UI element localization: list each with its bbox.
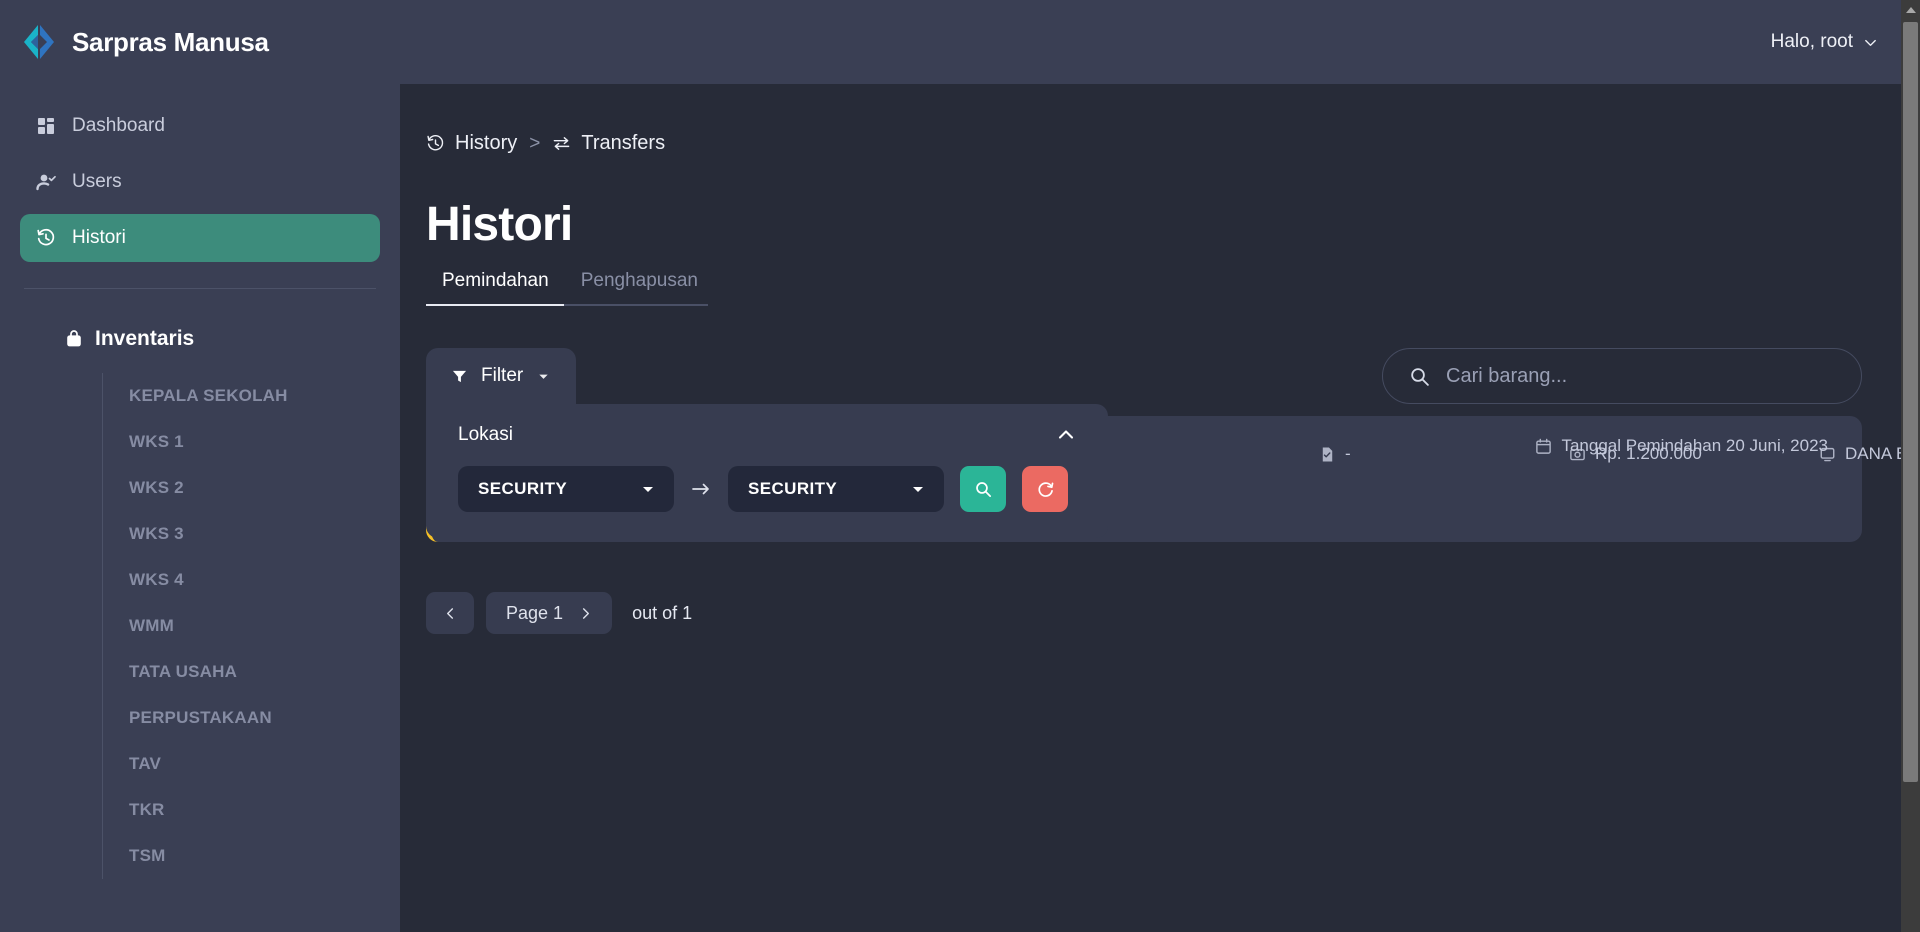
- tab-penghapusan[interactable]: Penghapusan: [565, 270, 714, 305]
- funnel-icon: [452, 370, 467, 382]
- location-from-select[interactable]: SECURITY: [458, 466, 674, 512]
- reset-filter-button[interactable]: [1022, 466, 1068, 512]
- location-from-value: SECURITY: [478, 479, 568, 498]
- top-bar: Sarpras Manusa Halo, root: [0, 0, 1920, 84]
- filter-panel-header: Lokasi: [450, 422, 1084, 446]
- breadcrumb-label: Transfers: [581, 132, 666, 154]
- filter-panel: Lokasi SECURITY SECURITY: [426, 404, 1108, 538]
- sidebar-section-label: Inventaris: [95, 327, 195, 350]
- user-check-icon: [36, 174, 56, 191]
- search-input[interactable]: [1446, 364, 1835, 388]
- app-shell: Dashboard Users Histori Inventaris KEPAL…: [0, 84, 1920, 932]
- breadcrumb-label: History: [455, 132, 518, 154]
- brand-name: Sarpras Manusa: [72, 26, 269, 57]
- sidebar-section-inventaris: Inventaris: [64, 327, 380, 351]
- tabs: Pemindahan Penghapusan: [426, 270, 708, 305]
- filter-button[interactable]: Filter: [426, 348, 577, 404]
- page-label: Page 1: [506, 602, 564, 623]
- breadcrumb-item-history[interactable]: History: [426, 132, 517, 155]
- chevron-left-icon: [446, 607, 453, 619]
- sidebar-location-item[interactable]: TKR: [129, 787, 380, 833]
- breadcrumb-item-transfers[interactable]: Transfers: [552, 132, 665, 155]
- location-to-select[interactable]: SECURITY: [728, 466, 944, 512]
- search-icon: [1411, 367, 1429, 386]
- chevron-right-icon: [583, 607, 590, 619]
- caret-down-icon: [913, 487, 923, 492]
- filter-panel-title: Lokasi: [458, 424, 513, 445]
- calendar-icon: [1536, 438, 1552, 454]
- breadcrumb: History > Transfers: [426, 132, 1862, 155]
- grid-dashboard-icon: [38, 118, 54, 134]
- brand[interactable]: Sarpras Manusa: [20, 23, 269, 61]
- page-total-label: out of 1: [632, 602, 693, 623]
- sidebar-location-item[interactable]: WKS 4: [129, 557, 380, 603]
- sidebar-location-item[interactable]: WKS 2: [129, 465, 380, 511]
- filter-button-label: Filter: [481, 365, 524, 386]
- sidebar-location-item[interactable]: WKS 1: [129, 419, 380, 465]
- location-to-value: SECURITY: [748, 479, 838, 498]
- search-box[interactable]: [1382, 348, 1862, 404]
- main-content: History > Transfers Histori Pemindahan P…: [400, 84, 1920, 932]
- item-document: -: [1319, 444, 1569, 464]
- sidebar-item-histori[interactable]: Histori: [20, 214, 380, 262]
- sidebar-location-tree: KEPALA SEKOLAH WKS 1 WKS 2 WKS 3 WKS 4 W…: [102, 373, 380, 879]
- history-clock-icon: [427, 135, 444, 151]
- item-document-label: -: [1345, 444, 1351, 463]
- transfer-date-label: Tanggal Pemindahan 20 Juni, 2023: [1561, 436, 1828, 455]
- money-icon: [1570, 448, 1585, 460]
- reset-rotate-icon: [1037, 481, 1053, 497]
- sidebar-divider: [24, 288, 376, 289]
- transfer-arrows-icon: [554, 137, 570, 150]
- caret-down-icon: [539, 374, 548, 379]
- apply-filter-search-button[interactable]: [960, 466, 1006, 512]
- sidebar-item-label: Users: [72, 171, 122, 192]
- sidebar-location-item[interactable]: WKS 3: [129, 511, 380, 557]
- diamond-chevron-logo: [24, 25, 54, 59]
- triangle-up-icon: [1905, 6, 1916, 13]
- scrollbar-thumb[interactable]: [1903, 22, 1918, 782]
- sidebar-item-dashboard[interactable]: Dashboard: [20, 102, 380, 150]
- monitor-icon: [1820, 447, 1835, 461]
- vertical-scrollbar[interactable]: [1901, 0, 1920, 932]
- tab-pemindahan[interactable]: Pemindahan: [426, 270, 565, 305]
- sidebar-location-item[interactable]: WMM: [129, 603, 380, 649]
- bag-lock-icon: [67, 330, 81, 347]
- caret-down-icon: [643, 487, 653, 492]
- file-check-icon: [1322, 447, 1333, 461]
- page-title: Histori: [426, 198, 573, 251]
- chevron-down-icon: [1865, 39, 1876, 46]
- next-page-button[interactable]: Page 1: [486, 592, 613, 634]
- user-menu-button[interactable]: Halo, root: [1771, 31, 1884, 53]
- pagination: Page 1 out of 1: [426, 592, 1862, 634]
- sidebar-item-label: Dashboard: [72, 115, 165, 136]
- sidebar-location-item[interactable]: TATA USAHA: [129, 649, 380, 695]
- filter-panel-row: SECURITY SECURITY: [450, 466, 1084, 512]
- user-greeting-label: Halo, root: [1770, 31, 1853, 52]
- sidebar-location-item[interactable]: PERPUSTAKAAN: [129, 695, 380, 741]
- history-clock-icon: [37, 228, 55, 246]
- sidebar-item-users[interactable]: Users: [20, 158, 380, 206]
- scroll-up-button[interactable]: [1901, 0, 1920, 19]
- sidebar-location-item[interactable]: TSM: [129, 833, 380, 879]
- sidebar-item-label: Histori: [72, 227, 126, 248]
- filter-toolbar: Filter Lokasi: [426, 348, 1862, 538]
- sidebar: Dashboard Users Histori Inventaris KEPAL…: [0, 84, 400, 932]
- prev-page-button[interactable]: [426, 592, 474, 634]
- sidebar-location-item[interactable]: TAV: [129, 741, 380, 787]
- breadcrumb-separator: >: [529, 132, 541, 154]
- search-container: [1382, 348, 1862, 404]
- arrow-right-icon: [692, 483, 709, 495]
- chevron-up-icon[interactable]: [1056, 425, 1076, 445]
- sidebar-location-item[interactable]: KEPALA SEKOLAH: [129, 373, 380, 419]
- search-icon: [975, 481, 991, 497]
